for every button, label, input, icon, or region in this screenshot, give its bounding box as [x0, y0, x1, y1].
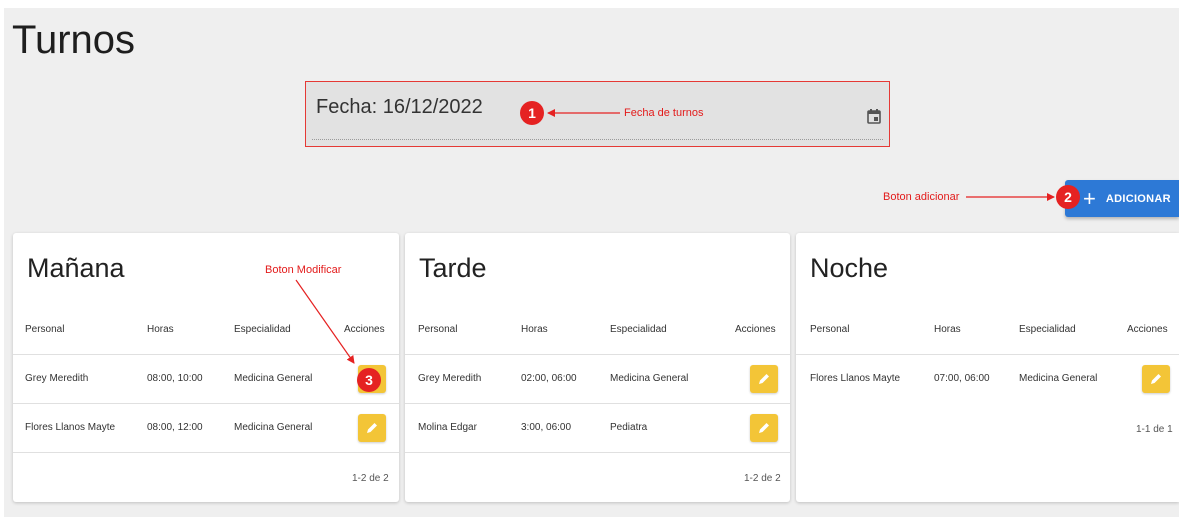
cell-especialidad: Medicina General	[1019, 373, 1098, 384]
column-header-especialidad: Especialidad	[234, 324, 291, 335]
edit-button[interactable]	[1142, 365, 1170, 393]
column-header-especialidad: Especialidad	[610, 324, 667, 335]
cell-especialidad: Medicina General	[234, 373, 313, 384]
table-row: Grey Meredith 02:00, 06:00 Medicina Gene…	[405, 354, 790, 404]
shift-title: Mañana	[27, 253, 125, 283]
calendar-icon[interactable]	[866, 108, 882, 124]
date-field[interactable]: Fecha: 16/12/2022	[305, 81, 890, 147]
column-header-horas: Horas	[521, 324, 548, 335]
shift-title: Tarde	[419, 253, 487, 283]
add-button[interactable]: + ADICIONAR	[1065, 180, 1179, 217]
cell-horas: 08:00, 10:00	[147, 373, 203, 384]
table-row: Molina Edgar 3:00, 06:00 Pediatra	[405, 403, 790, 453]
column-header-personal: Personal	[418, 324, 458, 335]
edit-button[interactable]	[750, 414, 778, 442]
shift-card-noche: Noche Personal Horas Especialidad Accion…	[796, 233, 1179, 502]
column-header-especialidad: Especialidad	[1019, 324, 1076, 335]
cell-personal: Molina Edgar	[418, 422, 477, 433]
cell-horas: 08:00, 12:00	[147, 422, 203, 433]
shift-card-tarde: Tarde Personal Horas Especialidad Accion…	[405, 233, 790, 502]
annotation-marker-2: 2	[1056, 185, 1080, 209]
cell-especialidad: Medicina General	[610, 373, 689, 384]
pagination-info: 1-2 de 2	[744, 473, 781, 484]
annotation-marker-3: 3	[357, 368, 381, 392]
table-footer-divider	[405, 452, 790, 453]
annotation-marker-1: 1	[520, 101, 544, 125]
column-header-horas: Horas	[147, 324, 174, 335]
pencil-icon	[759, 423, 769, 433]
edit-button[interactable]	[750, 365, 778, 393]
cell-personal: Flores Llanos Mayte	[810, 373, 901, 384]
app: Turnos Fecha: 16/12/2022 + ADICIONAR Mañ…	[0, 0, 1179, 517]
column-header-acciones: Acciones	[1127, 324, 1168, 335]
annotation-label-modificar: Boton Modificar	[265, 264, 342, 276]
cell-personal: Grey Meredith	[418, 373, 482, 384]
cell-horas: 07:00, 06:00	[934, 373, 990, 384]
pencil-icon	[1151, 374, 1161, 384]
add-button-label: ADICIONAR	[1105, 192, 1171, 205]
column-header-acciones: Acciones	[735, 324, 776, 335]
column-header-acciones: Acciones	[344, 324, 385, 335]
page-title: Turnos	[12, 18, 136, 62]
column-header-horas: Horas	[934, 324, 961, 335]
edit-button[interactable]	[358, 414, 386, 442]
pagination-info: 1-2 de 2	[352, 473, 389, 484]
pagination-info: 1-1 de 1	[1136, 424, 1173, 435]
table-row: Grey Meredith 08:00, 10:00 Medicina Gene…	[13, 354, 399, 404]
date-field-value: Fecha: 16/12/2022	[316, 96, 483, 118]
annotation-label-adicionar: Boton adicionar	[883, 191, 960, 203]
table-footer-divider	[13, 452, 399, 453]
column-header-personal: Personal	[810, 324, 850, 335]
cell-horas: 02:00, 06:00	[521, 373, 577, 384]
plus-icon: +	[1083, 185, 1096, 211]
column-header-personal: Personal	[25, 324, 65, 335]
shift-title: Noche	[810, 253, 889, 283]
cell-personal: Grey Meredith	[25, 373, 89, 384]
cell-especialidad: Medicina General	[234, 422, 313, 433]
table-row: Flores Llanos Mayte 08:00, 12:00 Medicin…	[13, 403, 399, 453]
table-row: Flores Llanos Mayte 07:00, 06:00 Medicin…	[796, 354, 1179, 404]
cell-horas: 3:00, 06:00	[521, 422, 572, 433]
cell-especialidad: Pediatra	[610, 422, 648, 433]
pencil-icon	[367, 423, 377, 433]
pencil-icon	[759, 374, 769, 384]
annotation-label-fecha: Fecha de turnos	[624, 107, 704, 119]
cell-personal: Flores Llanos Mayte	[25, 422, 116, 433]
